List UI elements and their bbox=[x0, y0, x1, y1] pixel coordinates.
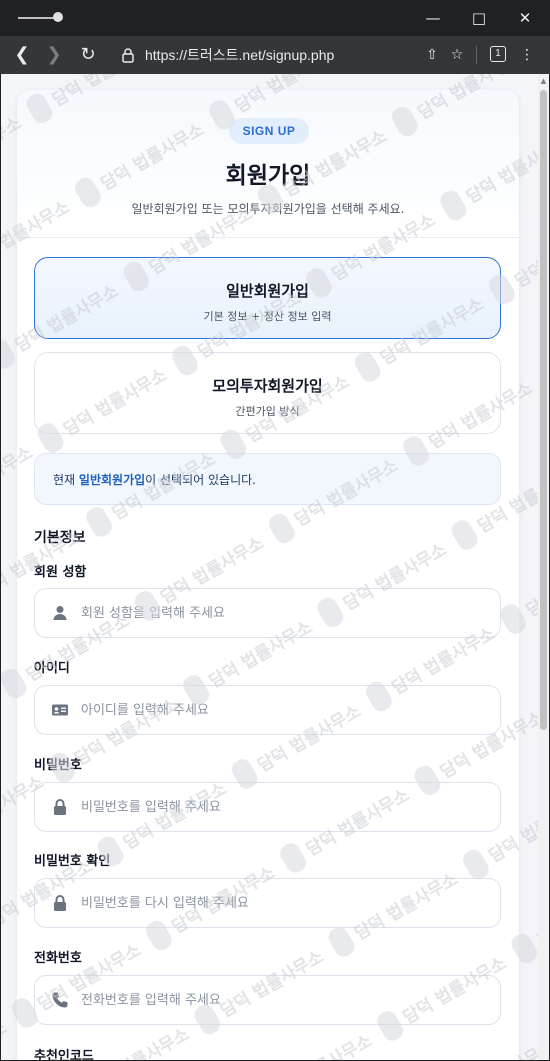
signup-badge: SIGN UP bbox=[229, 118, 309, 144]
id-card-icon bbox=[52, 704, 68, 716]
page-viewport: SIGN UP 회원가입 일반회원가입 또는 모의투자회원가입을 선택해 주세요… bbox=[1, 74, 549, 1060]
notice-selected: 일반회원가입 bbox=[78, 473, 146, 487]
notice-prefix: 현재 bbox=[53, 473, 79, 487]
close-icon[interactable]: ✕ bbox=[515, 8, 535, 28]
reload-icon[interactable]: ↻ bbox=[76, 43, 100, 67]
signup-type-title: 일반회원가입 bbox=[226, 282, 309, 300]
section-title: 기본정보 bbox=[34, 530, 86, 546]
minimize-icon[interactable]: — bbox=[423, 8, 443, 28]
forward-icon[interactable]: ❯ bbox=[42, 43, 66, 67]
scroll-up-icon[interactable]: ▲ bbox=[540, 77, 547, 85]
phone-input[interactable] bbox=[81, 976, 481, 1024]
lock-icon bbox=[122, 48, 134, 63]
field-label-referral: 추천인코드 bbox=[34, 1049, 94, 1060]
tab-slider-knob[interactable] bbox=[53, 12, 63, 22]
bookmark-star-icon[interactable]: ☆ bbox=[447, 45, 467, 65]
tab-count-icon[interactable]: 1 bbox=[490, 46, 506, 62]
user-icon bbox=[53, 606, 67, 620]
card-header: SIGN UP 회원가입 일반회원가입 또는 모의투자회원가입을 선택해 주세요… bbox=[17, 90, 519, 238]
scrollbar-track[interactable]: ▲ bbox=[538, 74, 549, 1060]
back-icon[interactable]: ❮ bbox=[10, 43, 34, 67]
signup-type-desc: 기본 정보 + 정산 정보 입력 bbox=[203, 310, 332, 323]
field-label-password: 비밀번호 bbox=[34, 758, 82, 773]
password-input[interactable] bbox=[81, 783, 481, 831]
lock-icon bbox=[54, 895, 66, 911]
signup-card: SIGN UP 회원가입 일반회원가입 또는 모의투자회원가입을 선택해 주세요… bbox=[17, 90, 519, 1060]
signup-type-title: 모의투자회원가입 bbox=[212, 377, 323, 395]
share-icon[interactable]: ⇧ bbox=[422, 45, 442, 65]
scrollbar-thumb[interactable] bbox=[540, 90, 547, 730]
signup-type-desc: 간편가입 방식 bbox=[235, 405, 300, 418]
notice-text: 현재 일반회원가입이 선택되어 있습니다. bbox=[53, 471, 256, 488]
address-bar[interactable]: https://트러스트.net/signup.php bbox=[145, 46, 334, 64]
field-label-password-confirm: 비밀번호 확인 bbox=[34, 854, 111, 869]
name-field[interactable] bbox=[34, 588, 501, 638]
signup-type-mock[interactable]: 모의투자회원가입 간편가입 방식 bbox=[34, 352, 501, 434]
notice-suffix: 이 선택되어 있습니다. bbox=[145, 473, 256, 487]
selection-notice: 현재 일반회원가입이 선택되어 있습니다. bbox=[34, 453, 501, 505]
window-titlebar: — □ ✕ bbox=[0, 0, 550, 36]
page-subtitle: 일반회원가입 또는 모의투자회원가입을 선택해 주세요. bbox=[131, 202, 405, 216]
field-label-phone: 전화번호 bbox=[34, 951, 82, 966]
phone-field[interactable] bbox=[34, 975, 501, 1025]
lock-icon bbox=[54, 799, 66, 815]
name-input[interactable] bbox=[81, 589, 481, 637]
password-confirm-field[interactable] bbox=[34, 878, 501, 928]
password-confirm-input[interactable] bbox=[81, 879, 481, 927]
signup-type-general[interactable]: 일반회원가입 기본 정보 + 정산 정보 입력 bbox=[34, 257, 501, 339]
id-field[interactable] bbox=[34, 685, 501, 735]
phone-icon bbox=[52, 992, 68, 1008]
field-label-name: 회원 성함 bbox=[34, 565, 87, 580]
tab-slider[interactable] bbox=[18, 17, 58, 19]
toolbar-divider bbox=[476, 46, 477, 64]
id-input[interactable] bbox=[81, 686, 481, 734]
password-field[interactable] bbox=[34, 782, 501, 832]
browser-toolbar: ❮ ❯ ↻ https://트러스트.net/signup.php ⇧ ☆ 1 … bbox=[0, 36, 550, 74]
maximize-icon[interactable]: □ bbox=[469, 8, 489, 28]
page-title: 회원가입 bbox=[225, 163, 311, 189]
menu-icon[interactable]: ⋮ bbox=[517, 45, 537, 65]
field-label-id: 아이디 bbox=[34, 661, 70, 676]
